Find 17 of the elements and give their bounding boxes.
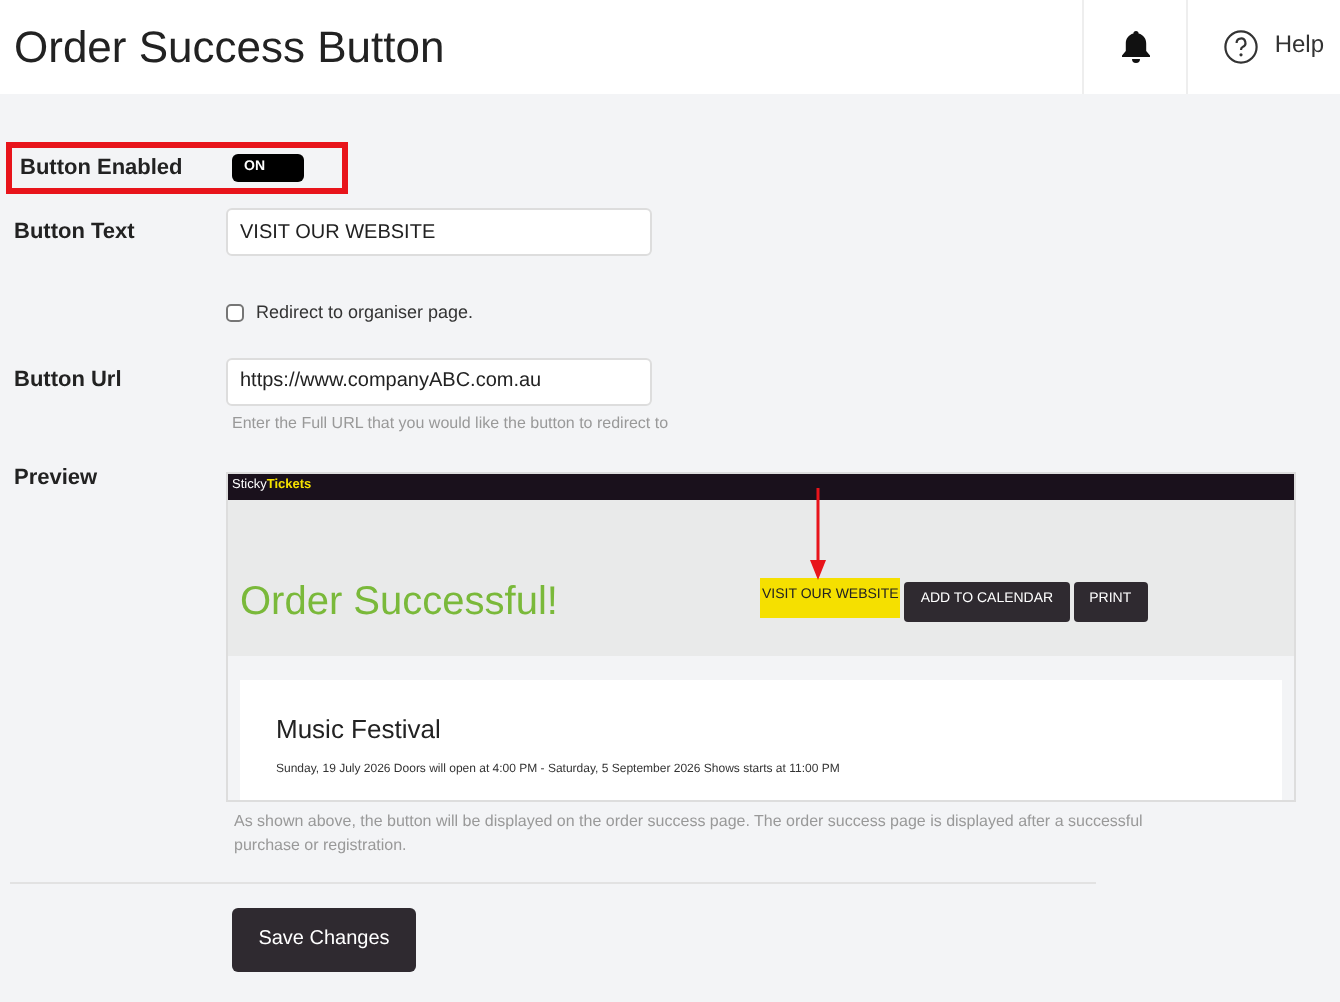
event-title: Music Festival — [276, 711, 443, 747]
success-heading: Order Successful! — [240, 577, 560, 627]
page-title: Order Success Button — [12, 20, 447, 76]
help-link[interactable]: Help — [1274, 25, 1324, 61]
field-label: Button Text — [14, 217, 137, 248]
field-label: Button Enabled — [20, 153, 185, 184]
text-field[interactable]: VISIT OUR WEBSITE — [226, 208, 652, 256]
url-field[interactable]: https://www.companyABC.com.au — [226, 357, 652, 405]
checkbox-label: Redirect to organiser page. — [256, 300, 474, 326]
help-icon[interactable] — [1224, 30, 1259, 64]
hint-text: Enter the Full URL that you would like the button to redirect to — [232, 411, 671, 435]
bell-icon[interactable] — [1119, 30, 1152, 64]
save-button[interactable]: Save Changes — [232, 907, 416, 971]
field-label: Button Url — [14, 366, 124, 397]
checkbox[interactable] — [226, 304, 244, 323]
field-label: Preview — [14, 463, 100, 493]
preview-note: As shown above, the button will be displayed on the order success page. The order success page is displayed after a successful purchase or registration. — [234, 809, 1145, 857]
